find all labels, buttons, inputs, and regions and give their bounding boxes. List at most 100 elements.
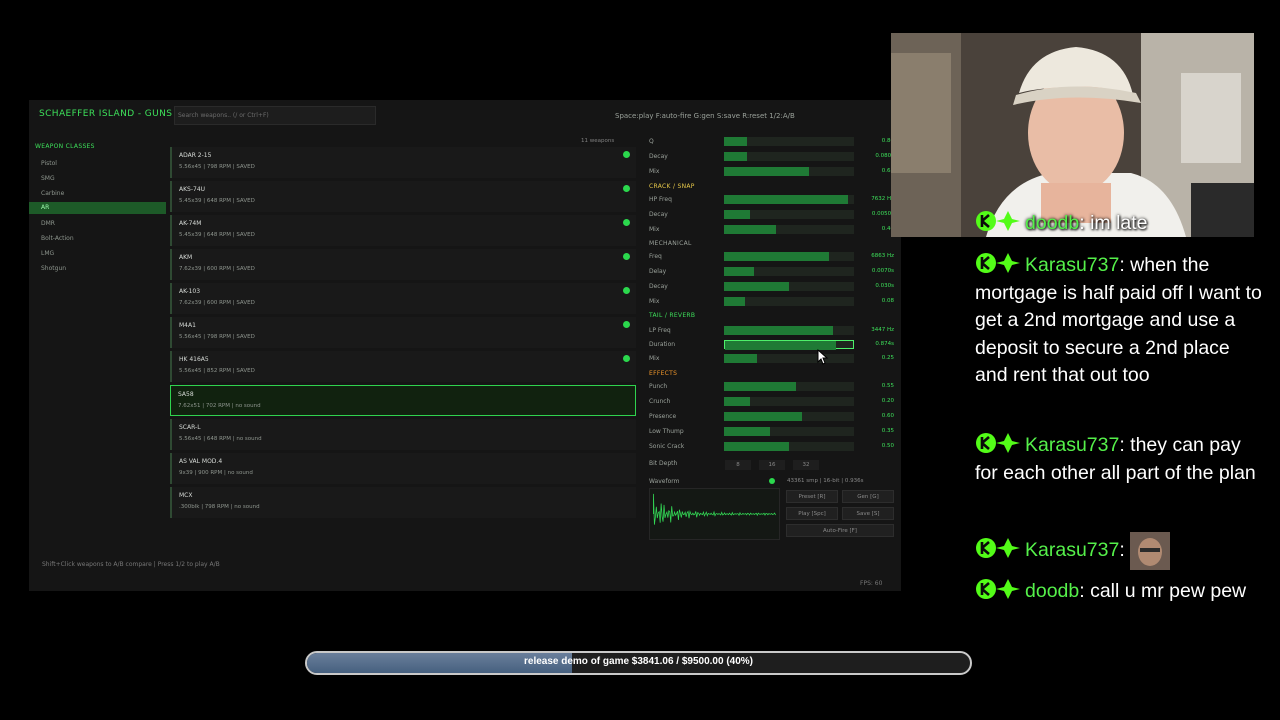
weapon-row[interactable]: HK 416A5 5.56x45 | 852 RPM | SAVED <box>170 351 636 382</box>
title-bar: SCHAEFFER ISLAND - GUNS Search weapons..… <box>29 100 901 128</box>
weapon-info: 5.56x45 | 798 RPM | SAVED <box>179 334 255 340</box>
weapon-name: M4A1 <box>179 322 196 329</box>
bit-depth-8-button[interactable]: 8 <box>725 460 751 470</box>
weapon-row[interactable]: AKS-74U 5.45x39 | 648 RPM | SAVED <box>170 181 636 212</box>
param-slider[interactable] <box>724 397 854 406</box>
auto-fire-button[interactable]: Auto-Fire [F] <box>786 524 894 537</box>
webcam-image <box>891 33 1254 237</box>
weapon-info: 7.62x51 | 702 RPM | no sound <box>178 403 261 409</box>
param-slider[interactable] <box>724 354 854 363</box>
weapon-row[interactable]: MCX .300blk | 798 RPM | no sound <box>170 487 636 518</box>
weapon-row[interactable]: AKM 7.62x39 | 600 RPM | SAVED <box>170 249 636 280</box>
param-slider[interactable] <box>724 297 854 306</box>
weapon-row[interactable]: AS VAL MOD.4 9x39 | 900 RPM | no sound <box>170 453 636 484</box>
param-label: Decay <box>649 211 668 218</box>
param-value: 0.0050s <box>871 211 894 217</box>
param-slider[interactable] <box>724 382 854 391</box>
param-slider[interactable] <box>724 152 854 161</box>
weapon-info: 5.56x45 | 648 RPM | no sound <box>179 436 262 442</box>
weapon-name: AS VAL MOD.4 <box>179 458 223 465</box>
weapon-info: 5.45x39 | 648 RPM | SAVED <box>179 232 255 238</box>
param-label: Punch <box>649 383 668 390</box>
class-label: Pistol <box>41 160 57 167</box>
param-slider[interactable] <box>724 427 854 436</box>
class-item-carbine[interactable]: Carbine <box>29 188 166 200</box>
class-label: SMG <box>41 175 55 182</box>
weapon-name: AK-74M <box>179 220 202 227</box>
param-value: 0.0070s <box>871 268 894 274</box>
chat-emote-icon <box>1130 532 1171 570</box>
param-slider-fill <box>724 252 830 261</box>
saved-indicator-icon <box>623 151 630 158</box>
param-label: Decay <box>649 283 668 290</box>
waveform-stats: 43361 smp | 16-bit | 0.936s <box>787 478 864 484</box>
save-button[interactable]: Save [S] <box>842 507 894 520</box>
param-slider-fill <box>724 354 757 363</box>
weapon-row[interactable]: M4A1 5.56x45 | 798 RPM | SAVED <box>170 317 636 348</box>
chat-message: Karasu737: <box>975 532 1265 570</box>
weapon-row[interactable]: SA58 7.62x51 | 702 RPM | no sound <box>170 385 636 416</box>
class-item-shotgun[interactable]: Shotgun <box>29 263 166 275</box>
param-label: Freq <box>649 253 662 260</box>
param-label: Low Thump <box>649 428 684 435</box>
param-slider[interactable] <box>724 340 854 350</box>
param-slider[interactable] <box>724 167 854 176</box>
bit-depth-16-button[interactable]: 16 <box>759 460 785 470</box>
play-button[interactable]: Play [Spc] <box>786 507 838 520</box>
param-label: Crunch <box>649 398 671 405</box>
weapon-row[interactable]: AK-103 7.62x39 | 600 RPM | SAVED <box>170 283 636 314</box>
class-item-bolt-action[interactable]: Bolt-Action <box>29 233 166 245</box>
hotkey-hints: Space:play F:auto-fire G:gen S:save R:re… <box>615 112 795 120</box>
param-label: Mix <box>649 298 660 305</box>
preset-button[interactable]: Preset [R] <box>786 490 838 503</box>
app-title: SCHAEFFER ISLAND - GUNS <box>39 109 173 119</box>
param-slider[interactable] <box>724 252 854 261</box>
param-value: 0.55 <box>881 383 894 389</box>
class-item-smg[interactable]: SMG <box>29 173 166 185</box>
gen-button[interactable]: Gen [G] <box>842 490 894 503</box>
param-value: 0.50 <box>881 443 894 449</box>
param-slider[interactable] <box>724 210 854 219</box>
chat-text: call u mr pew pew <box>1090 580 1247 602</box>
param-slider-fill <box>724 397 750 406</box>
chat-badge-icon <box>976 579 1020 599</box>
param-slider[interactable] <box>724 267 854 276</box>
param-value: 3447 Hz <box>871 327 894 333</box>
class-label: LMG <box>41 250 55 257</box>
param-value: 0.65 <box>881 168 894 174</box>
bit-depth-32-button[interactable]: 32 <box>793 460 819 470</box>
param-slider[interactable] <box>724 412 854 421</box>
saved-indicator-icon <box>623 185 630 192</box>
param-value: 0.80 <box>881 138 894 144</box>
param-label: LP Freq <box>649 327 671 334</box>
class-item-lmg[interactable]: LMG <box>29 248 166 260</box>
chat-message: Karasu737: when the mortgage is half pai… <box>975 253 1262 386</box>
param-slider[interactable] <box>724 137 854 146</box>
param-slider[interactable] <box>724 282 854 291</box>
class-item-ar[interactable]: AR <box>29 202 166 214</box>
chat-username: doodb <box>1025 580 1080 602</box>
weapon-row[interactable]: AK-74M 5.45x39 | 648 RPM | SAVED <box>170 215 636 246</box>
param-slider[interactable] <box>724 326 854 335</box>
weapon-row[interactable]: ADAR 2-15 5.56x45 | 798 RPM | SAVED <box>170 147 636 178</box>
search-input[interactable]: Search weapons.. (/ or Ctrl+F) <box>174 106 376 125</box>
param-value: 0.40 <box>881 226 894 232</box>
param-value: 0.20 <box>881 398 894 404</box>
waveform-display <box>649 488 780 540</box>
class-item-pistol[interactable]: Pistol <box>29 158 166 170</box>
chat-text: im late <box>1090 212 1148 234</box>
class-item-dmr[interactable]: DMR <box>29 218 166 230</box>
param-value: 0.60 <box>881 413 894 419</box>
weapon-name: AKM <box>179 254 193 261</box>
param-slider[interactable] <box>724 225 854 234</box>
saved-indicator-icon <box>623 355 630 362</box>
mouse-cursor-icon <box>817 349 829 365</box>
saved-indicator-icon <box>623 321 630 328</box>
param-label: Mix <box>649 226 660 233</box>
param-value: 0.030s <box>875 283 894 289</box>
param-label: Duration <box>649 341 676 348</box>
weapon-info: 5.56x45 | 852 RPM | SAVED <box>179 368 255 374</box>
param-slider[interactable] <box>724 442 854 451</box>
param-slider[interactable] <box>724 195 854 204</box>
weapon-row[interactable]: SCAR-L 5.56x45 | 648 RPM | no sound <box>170 419 636 450</box>
